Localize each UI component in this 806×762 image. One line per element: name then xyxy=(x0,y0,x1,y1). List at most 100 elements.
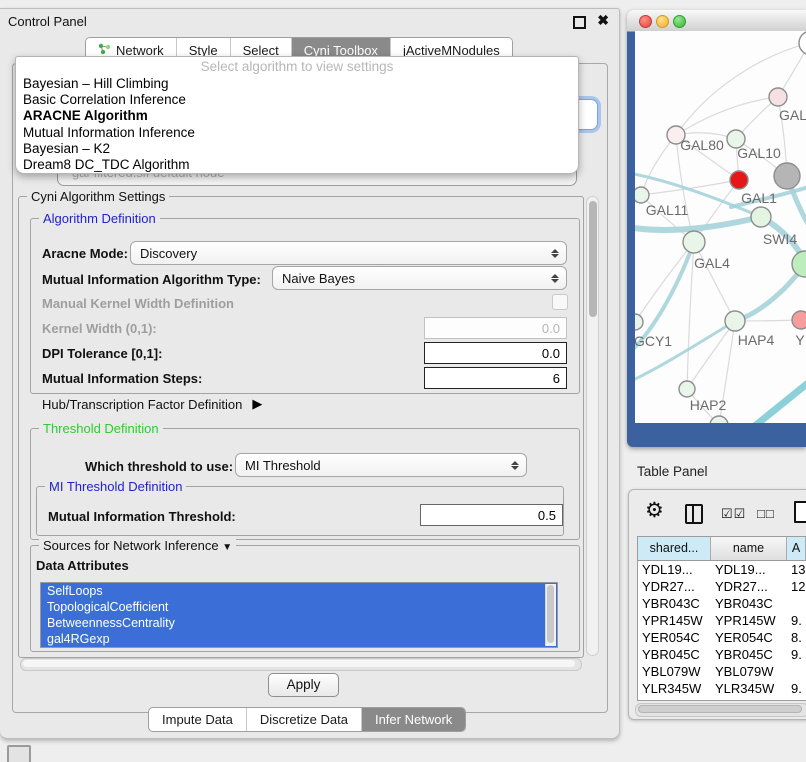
mi-steps-label: Mutual Information Steps: xyxy=(42,371,202,386)
table-row[interactable]: YDL19...YDL19...13 xyxy=(638,561,806,578)
float-panel-icon[interactable] xyxy=(573,16,586,29)
network-canvas[interactable]: GALGAL80GAL10GAL1GAL11SWI4GAL4GCY1HAP4YH… xyxy=(635,31,806,423)
algorithm-option[interactable]: ARACNE Algorithm xyxy=(16,108,578,124)
attribute-item[interactable]: gal4RGexp xyxy=(41,631,557,647)
bottom-tab-impute-data[interactable]: Impute Data xyxy=(149,708,246,731)
settings-horizontal-scrollbar-thumb[interactable] xyxy=(23,660,575,667)
table-row[interactable]: YBR045CYBR045C9. xyxy=(638,646,806,663)
attributes-scrollbar-thumb[interactable] xyxy=(547,585,554,643)
table-horizontal-scrollbar[interactable] xyxy=(635,703,806,717)
network-node[interactable] xyxy=(710,416,728,423)
algorithm-option[interactable]: Bayesian – Hill Climbing xyxy=(16,76,578,92)
table-panel: ⚙ ☑☑ □□ shared...nameA YDL19...YDL19...1… xyxy=(628,489,806,720)
table-row[interactable]: YPR145WYPR145W9. xyxy=(638,612,806,629)
which-threshold-label: Which threshold to use: xyxy=(85,459,233,474)
dpi-tolerance-label: DPI Tolerance [0,1]: xyxy=(42,346,162,361)
network-node-gcy1[interactable] xyxy=(635,314,643,330)
file-icon[interactable] xyxy=(794,501,806,523)
table-cell: YBR045C xyxy=(711,646,787,663)
table-horizontal-scrollbar-thumb[interactable] xyxy=(638,705,802,713)
algorithm-option[interactable]: Bayesian – K2 xyxy=(16,141,578,157)
settings-vertical-scrollbar[interactable] xyxy=(586,196,599,656)
unchecked-boxes-icon[interactable]: □□ xyxy=(757,506,775,521)
algorithm-option[interactable]: Dream8 DC_TDC Algorithm xyxy=(16,157,578,173)
close-traffic-light[interactable] xyxy=(639,15,652,28)
settings-vertical-scrollbar-thumb[interactable] xyxy=(589,201,597,317)
close-icon[interactable]: ✖ xyxy=(597,12,609,29)
table-cell: YLR345W xyxy=(711,680,787,697)
table-cell: YBR045C xyxy=(638,646,711,663)
node-label: HAP2 xyxy=(690,397,727,413)
algorithm-dropdown-placeholder: Select algorithm to view settings xyxy=(16,57,578,76)
network-node[interactable] xyxy=(774,163,800,189)
table-row[interactable]: YBL079WYBL079W xyxy=(638,663,806,680)
network-node-hap2[interactable] xyxy=(679,381,695,397)
table-cell: YDL19... xyxy=(711,561,787,578)
algorithm-option[interactable]: Mutual Information Inference xyxy=(16,125,578,141)
screen: Control Panel ✖ NetworkStyleSelectCyni T… xyxy=(0,0,806,762)
bottom-tab-infer-network[interactable]: Infer Network xyxy=(361,708,465,731)
network-node-gal[interactable] xyxy=(769,88,787,106)
table-cell: YPR145W xyxy=(711,612,787,629)
control-panel-title: Control Panel xyxy=(8,14,87,29)
mi-steps-field[interactable]: 6 xyxy=(424,367,567,389)
node-label: GAL4 xyxy=(694,255,730,271)
network-window-titlebar xyxy=(627,10,806,32)
aracne-mode-combo[interactable]: Discovery xyxy=(130,241,567,265)
columns-icon[interactable] xyxy=(685,504,703,524)
network-node-gal4[interactable] xyxy=(683,231,705,253)
attribute-item[interactable]: BetweennessCentrality xyxy=(41,615,557,631)
bottom-tab-discretize-data[interactable]: Discretize Data xyxy=(246,708,361,731)
table-row[interactable]: YIL053CYIL053C9 xyxy=(638,697,806,701)
gear-icon[interactable]: ⚙ xyxy=(645,498,664,523)
table-header-row: shared...nameA xyxy=(638,537,806,561)
network-node[interactable] xyxy=(799,31,806,55)
attributes-scrollbar[interactable] xyxy=(545,584,556,646)
network-node-y[interactable] xyxy=(792,311,806,329)
column-header[interactable]: shared... xyxy=(638,537,711,560)
table-row[interactable]: YBR043CYBR043C xyxy=(638,595,806,612)
collapsed-panel-icon[interactable] xyxy=(7,745,31,762)
node-label: GAL1 xyxy=(741,190,777,206)
zoom-traffic-light[interactable] xyxy=(673,15,686,28)
mi-type-combo[interactable]: Naive Bayes xyxy=(272,266,567,290)
network-edge xyxy=(751,379,806,423)
manual-kernel-checkbox[interactable] xyxy=(552,294,568,310)
column-header[interactable]: name xyxy=(711,537,787,560)
network-node-gal11[interactable] xyxy=(635,187,649,203)
network-node[interactable] xyxy=(792,251,806,277)
table-cell: YDR27... xyxy=(638,578,711,595)
table-cell: YBL079W xyxy=(638,663,711,680)
network-edge xyxy=(687,242,694,389)
network-node-swi4[interactable] xyxy=(751,207,771,227)
algorithm-dropdown-list: Bayesian – Hill ClimbingBasic Correlatio… xyxy=(16,76,578,173)
sources-toggle[interactable]: Sources for Network Inference ▼ xyxy=(39,538,236,553)
mi-threshold-field[interactable]: 0.5 xyxy=(420,504,563,526)
table-cell: YPR145W xyxy=(638,612,711,629)
algorithm-option[interactable]: Basic Correlation Inference xyxy=(16,92,578,108)
column-header[interactable]: A xyxy=(787,537,806,560)
settings-horizontal-scrollbar[interactable] xyxy=(20,658,582,671)
network-node-gal1[interactable] xyxy=(730,171,748,189)
kernel-width-label: Kernel Width (0,1): xyxy=(42,321,157,336)
table-row[interactable]: YER054CYER054C8. xyxy=(638,629,806,646)
minimize-traffic-light[interactable] xyxy=(656,15,669,28)
table-cell xyxy=(787,663,806,680)
node-table: shared...nameA YDL19...YDL19...13YDR27..… xyxy=(637,536,806,701)
table-cell: YBR043C xyxy=(638,595,711,612)
attribute-item[interactable]: SelfLoops xyxy=(41,583,557,599)
dpi-tolerance-field[interactable]: 0.0 xyxy=(424,342,567,364)
apply-button[interactable]: Apply xyxy=(268,673,339,697)
hub-definition-toggle[interactable]: Hub/Transcription Factor Definition ▶ xyxy=(42,396,262,412)
attribute-item[interactable]: TopologicalCoefficient xyxy=(41,599,557,615)
table-row[interactable]: YDR27...YDR27...12 xyxy=(638,578,806,595)
table-cell: 8. xyxy=(787,629,806,646)
table-cell: 9 xyxy=(787,697,806,701)
cyni-algorithm-settings-title: Cyni Algorithm Settings xyxy=(27,189,169,204)
table-cell: YIL053C xyxy=(638,697,711,701)
table-row[interactable]: YLR345WYLR345W9. xyxy=(638,680,806,697)
kernel-width-field[interactable]: 0.0 xyxy=(424,317,567,339)
network-node-hap4[interactable] xyxy=(725,311,745,331)
which-threshold-combo[interactable]: MI Threshold xyxy=(235,453,527,477)
checked-boxes-icon[interactable]: ☑☑ xyxy=(721,506,746,522)
